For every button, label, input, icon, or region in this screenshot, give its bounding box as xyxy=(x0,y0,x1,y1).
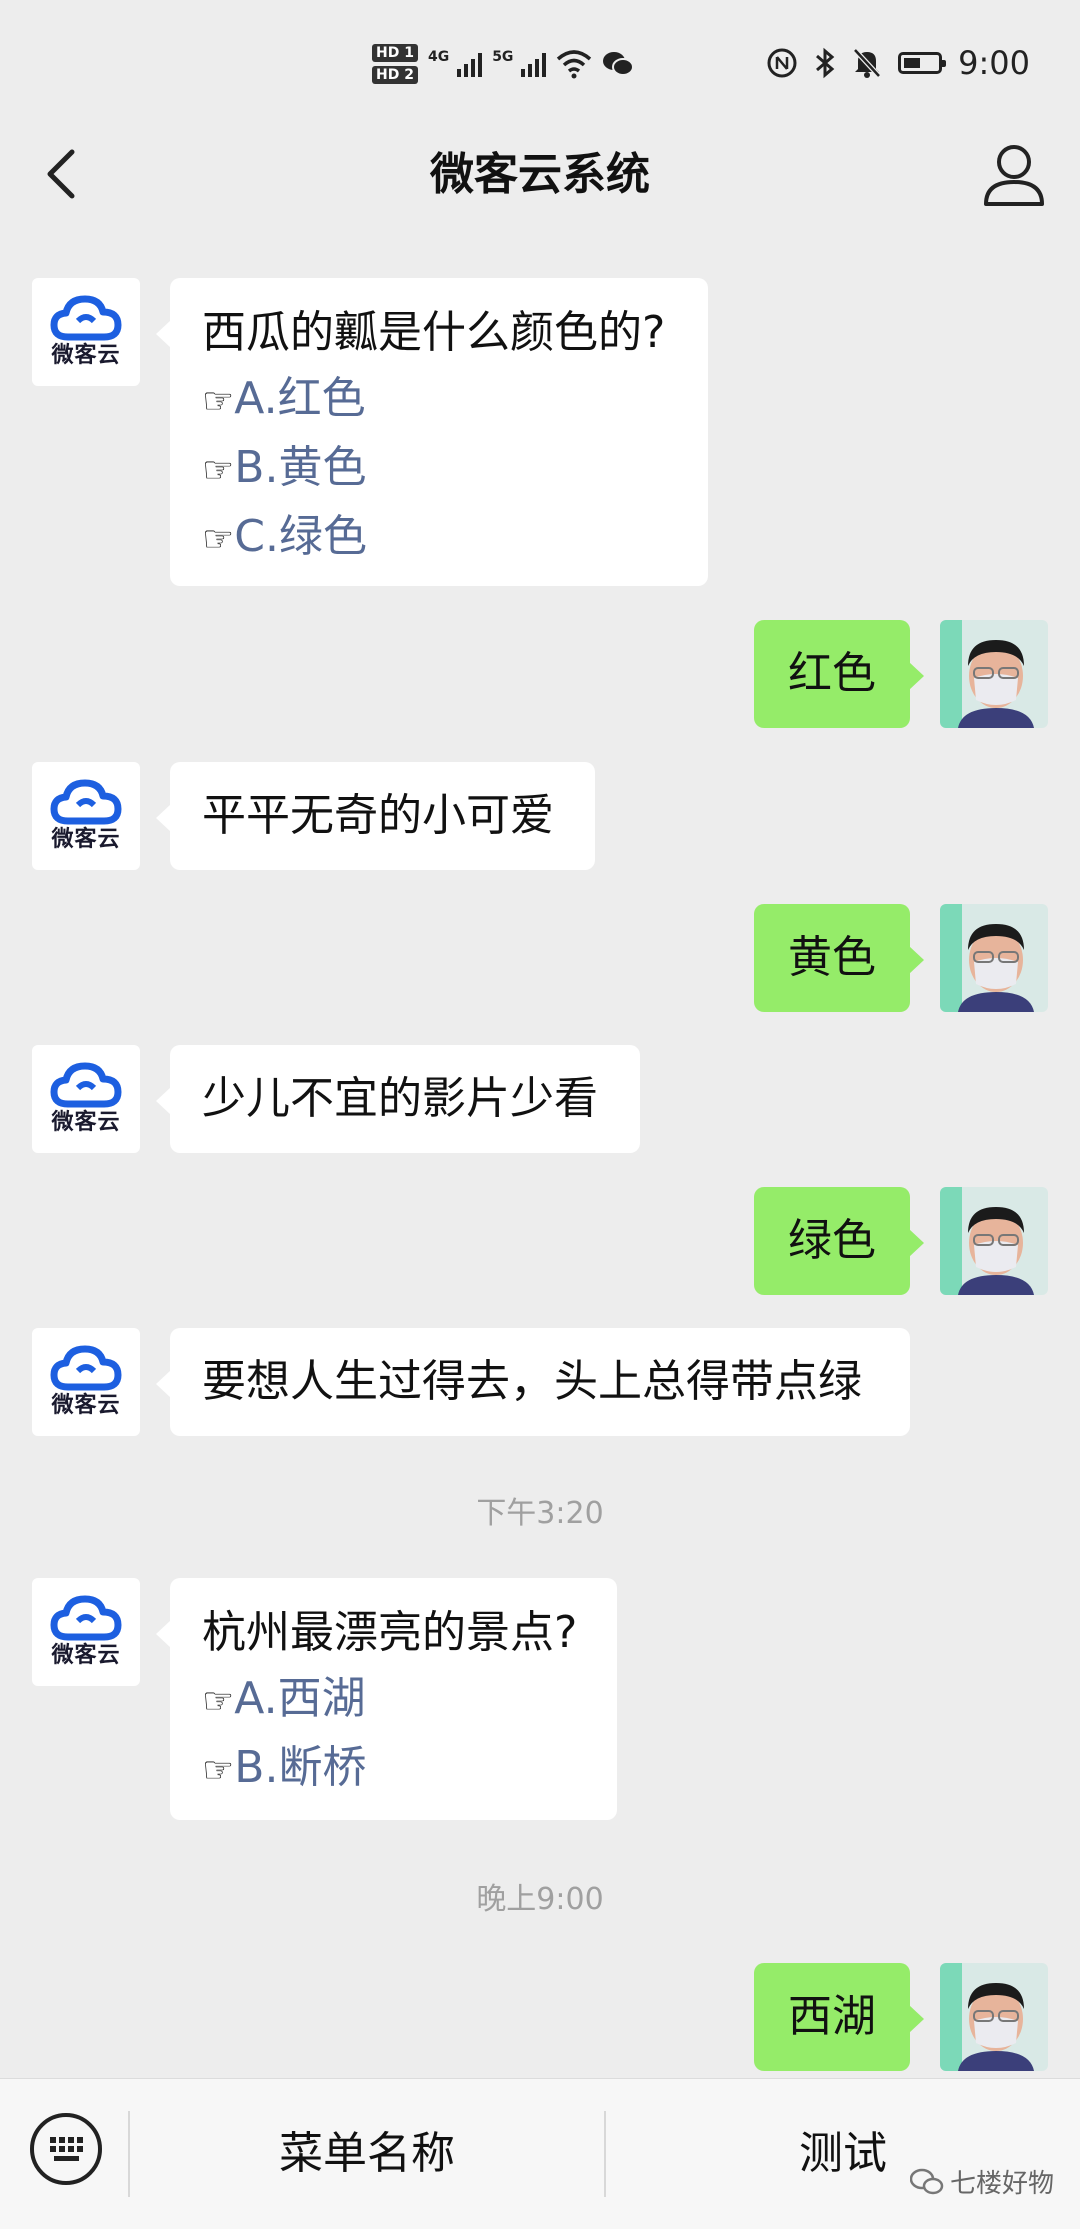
option-label: B.断桥 xyxy=(234,1742,367,1793)
status-right-group: 9:00 xyxy=(766,38,1030,88)
user-avatar[interactable] xyxy=(940,904,1048,1012)
bot-logo-text: 微客云 xyxy=(51,1643,121,1668)
title-bar: 微客云系统 xyxy=(0,120,1080,230)
status-network-group: HD 1 HD 2 4G 5G xyxy=(372,34,635,94)
user-avatar[interactable] xyxy=(940,620,1048,728)
message-text: 要想人生过得去，头上总得带点绿 xyxy=(202,1356,862,1407)
time-separator: 下午3:20 xyxy=(476,1496,604,1531)
signal-bars-icon xyxy=(457,51,483,77)
option-label: B.黄色 xyxy=(234,442,367,493)
bot-avatar[interactable]: 微客云 xyxy=(32,1045,140,1153)
mute-bell-icon xyxy=(853,48,881,78)
message-text: 黄色 xyxy=(788,932,876,983)
wechat-logo-icon xyxy=(909,2168,944,2194)
received-message-bubble: 西瓜的瓤是什么颜色的? ☞A.红色 ☞B.黄色 ☞C.绿色 xyxy=(156,278,708,586)
sent-message-bubble: 红色 xyxy=(754,620,924,728)
chevron-left-icon[interactable] xyxy=(30,138,100,208)
watermark: 七楼好物 xyxy=(909,2163,1054,2200)
bluetooth-icon xyxy=(816,47,835,79)
battery-icon xyxy=(898,52,947,74)
message-text: 西湖 xyxy=(788,1991,876,2042)
question-text: 杭州最漂亮的景点? xyxy=(202,1607,578,1658)
message-text: 绿色 xyxy=(788,1215,876,1266)
message-text: 红色 xyxy=(788,648,876,699)
message-text: 平平无奇的小可爱 xyxy=(202,790,554,841)
status-time: 9:00 xyxy=(958,44,1030,82)
question-text: 西瓜的瓤是什么颜色的? xyxy=(202,307,666,358)
bot-logo-text: 微客云 xyxy=(51,1110,121,1135)
network-4g-label: 4G xyxy=(427,49,450,65)
user-photo-icon xyxy=(940,620,1048,728)
pointing-hand-icon: ☞ xyxy=(202,450,235,491)
user-icon[interactable] xyxy=(974,134,1054,214)
pointing-hand-icon: ☞ xyxy=(202,1750,235,1791)
sent-message-bubble: 绿色 xyxy=(754,1187,924,1295)
hd-indicators: HD 1 HD 2 xyxy=(372,44,418,84)
message-text: 少儿不宜的影片少看 xyxy=(202,1073,598,1124)
hd1-indicator: HD 1 xyxy=(372,44,418,62)
wifi-icon xyxy=(557,50,592,79)
bot-avatar[interactable]: 微客云 xyxy=(32,762,140,870)
time-separator: 晚上9:00 xyxy=(476,1882,604,1917)
user-photo-icon xyxy=(940,1187,1048,1295)
bot-logo-text: 微客云 xyxy=(51,827,121,852)
wechat-notification-icon xyxy=(603,52,635,76)
cloud-logo-icon xyxy=(50,295,122,341)
watermark-text: 七楼好物 xyxy=(949,2169,1054,2199)
bot-logo-text: 微客云 xyxy=(51,343,121,368)
keyboard-icon[interactable] xyxy=(28,2111,104,2187)
pointing-hand-icon: ☞ xyxy=(202,381,235,422)
user-avatar[interactable] xyxy=(940,1187,1048,1295)
option-link[interactable]: ☞B.黄色 xyxy=(202,435,676,504)
user-photo-icon xyxy=(940,1963,1048,2071)
option-link[interactable]: ☞A.西湖 xyxy=(202,1666,585,1735)
menu-button-2[interactable]: 测试 xyxy=(606,2079,1080,2229)
network-5g-label: 5G xyxy=(492,49,514,65)
bottom-menu-bar: 菜单名称 测试 七楼好物 xyxy=(0,2078,1080,2229)
signal-bars-2-icon xyxy=(521,51,547,77)
menu-button-1[interactable]: 菜单名称 xyxy=(130,2079,604,2229)
received-message-bubble: 杭州最漂亮的景点? ☞A.西湖 ☞B.断桥 xyxy=(156,1578,617,1820)
pointing-hand-icon: ☞ xyxy=(202,519,235,560)
bot-avatar[interactable]: 微客云 xyxy=(32,1328,140,1436)
option-label: C.绿色 xyxy=(234,511,367,562)
option-link[interactable]: ☞C.绿色 xyxy=(202,504,676,573)
cloud-logo-icon xyxy=(50,1595,122,1641)
option-label: A.西湖 xyxy=(234,1673,366,1724)
received-message-bubble: 平平无奇的小可爱 xyxy=(156,762,595,870)
cloud-logo-icon xyxy=(50,1345,122,1391)
bot-avatar[interactable]: 微客云 xyxy=(32,278,140,386)
status-bar: HD 1 HD 2 4G 5G 9:00 xyxy=(0,0,1080,120)
cloud-logo-icon xyxy=(50,1062,122,1108)
user-avatar[interactable] xyxy=(940,1963,1048,2071)
pointing-hand-icon: ☞ xyxy=(202,1681,235,1722)
received-message-bubble: 要想人生过得去，头上总得带点绿 xyxy=(156,1328,910,1436)
option-link[interactable]: ☞A.红色 xyxy=(202,366,676,435)
nfc-icon xyxy=(767,48,797,78)
hd2-indicator: HD 2 xyxy=(372,66,418,84)
user-photo-icon xyxy=(940,904,1048,1012)
option-link[interactable]: ☞B.断桥 xyxy=(202,1735,585,1804)
cloud-logo-icon xyxy=(50,779,122,825)
received-message-bubble: 少儿不宜的影片少看 xyxy=(156,1045,640,1153)
sent-message-bubble: 西湖 xyxy=(754,1963,924,2071)
bot-avatar[interactable]: 微客云 xyxy=(32,1578,140,1686)
option-label: A.红色 xyxy=(234,373,366,424)
sent-message-bubble: 黄色 xyxy=(754,904,924,1012)
page-title: 微客云系统 xyxy=(430,149,650,200)
bot-logo-text: 微客云 xyxy=(51,1393,121,1418)
